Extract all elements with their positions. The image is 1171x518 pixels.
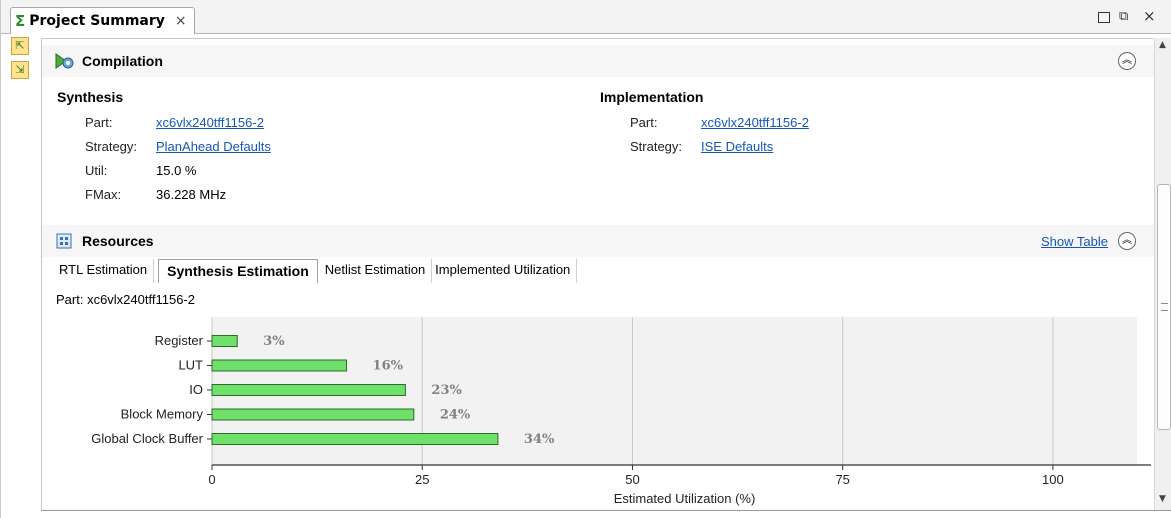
- bar: [211, 433, 499, 445]
- resources-part-line: Part: xc6vlx240tff1156-2: [56, 292, 195, 307]
- vertical-scrollbar[interactable]: ▲ ▼: [1154, 38, 1171, 510]
- resources-header: Resources Show Table ︽: [42, 225, 1154, 257]
- data-label: 34%: [524, 432, 555, 447]
- project-summary-window: Σ Project Summary × ⧉ × ⇱ ⇲ Compilation …: [0, 0, 1171, 518]
- left-toolbar: ⇱ ⇲: [11, 37, 31, 85]
- tab-synthesis-estimation[interactable]: Synthesis Estimation: [158, 259, 318, 283]
- synthesis-strategy-label: Strategy:: [85, 139, 138, 154]
- expand-all-icon[interactable]: ⇲: [11, 61, 29, 79]
- synthesis-part-label: Part:: [85, 115, 113, 130]
- scroll-grip-icon: [1161, 303, 1168, 311]
- bar: [211, 384, 406, 396]
- compilation-collapse-icon[interactable]: ︽: [1118, 52, 1136, 70]
- summary-panel: Compilation ︽ Synthesis Part: xc6vlx240t…: [41, 38, 1154, 511]
- resources-icon: [54, 232, 74, 250]
- bar: [211, 335, 238, 347]
- fmax-value: 36.228 MHz: [156, 187, 227, 202]
- maximize-icon[interactable]: [1098, 12, 1110, 23]
- x-tick-label: 25: [415, 472, 429, 487]
- x-tick-label: 75: [835, 472, 849, 487]
- category-label: Register: [155, 333, 204, 348]
- scroll-up-icon[interactable]: ▲: [1159, 40, 1166, 50]
- scroll-down-icon[interactable]: ▼: [1159, 494, 1166, 504]
- impl-strategy-label: Strategy:: [630, 139, 683, 154]
- bottom-border: [41, 510, 1171, 518]
- data-label: 16%: [373, 359, 404, 374]
- compilation-title: Compilation: [82, 53, 163, 69]
- utilization-chart-svg: 0 25 50 75 100 Estimated Utilization (%) Regis…: [91, 317, 1151, 506]
- tab-netlist-estimation[interactable]: Netlist Estimation: [322, 259, 433, 283]
- synthesis-strategy-link[interactable]: PlanAhead Defaults: [156, 139, 271, 154]
- compilation-header: Compilation ︽: [42, 45, 1154, 77]
- util-label: Util:: [85, 163, 108, 178]
- close-window-icon[interactable]: ×: [1143, 7, 1156, 25]
- resources-collapse-icon[interactable]: ︽: [1118, 232, 1136, 250]
- restore-icon[interactable]: ⧉: [1119, 9, 1128, 24]
- tab-title: Project Summary: [29, 13, 165, 29]
- data-label: 3%: [263, 334, 285, 349]
- utilization-chart: 0 25 50 75 100 Estimated Utilization (%) Regis…: [42, 317, 1154, 511]
- category-label: LUT: [178, 358, 203, 373]
- data-label: 24%: [440, 408, 471, 423]
- collapse-all-icon[interactable]: ⇱: [11, 37, 29, 55]
- category-label: Block Memory: [121, 407, 204, 422]
- resource-tabs: RTL Estimation Synthesis Estimation Netl…: [56, 259, 578, 283]
- fmax-label: FMax:: [85, 187, 122, 202]
- show-table-link[interactable]: Show Table: [1041, 234, 1108, 249]
- util-value: 15.0 %: [156, 163, 197, 178]
- tab-implemented-utilization[interactable]: Implemented Utilization: [432, 259, 578, 283]
- x-tick-label: 0: [208, 472, 215, 487]
- sigma-icon: Σ: [15, 12, 26, 30]
- x-axis-label: Estimated Utilization (%): [614, 491, 756, 506]
- tab-strip: Σ Project Summary × ⧉ ×: [1, 0, 1171, 34]
- impl-strategy-link[interactable]: ISE Defaults: [701, 139, 773, 154]
- data-label: 23%: [431, 383, 462, 398]
- scroll-thumb[interactable]: [1157, 184, 1171, 430]
- tab-close-icon[interactable]: ×: [175, 13, 187, 29]
- impl-part-label: Part:: [630, 115, 658, 130]
- compilation-body: Synthesis Part: xc6vlx240tff1156-2 Strat…: [42, 79, 1154, 219]
- category-label: Global Clock Buffer: [91, 431, 203, 446]
- synthesis-part-link[interactable]: xc6vlx240tff1156-2: [156, 115, 264, 130]
- x-tick-label: 100: [1042, 472, 1064, 487]
- compilation-icon: [54, 52, 74, 70]
- resources-title: Resources: [82, 233, 154, 249]
- x-tick-label: 50: [625, 472, 639, 487]
- category-label: IO: [189, 382, 203, 397]
- impl-part-link[interactable]: xc6vlx240tff1156-2: [701, 115, 809, 130]
- synthesis-heading: Synthesis: [57, 89, 124, 105]
- tab-project-summary[interactable]: Σ Project Summary ×: [10, 7, 195, 34]
- implementation-heading: Implementation: [600, 89, 704, 105]
- bar: [211, 408, 415, 421]
- bar: [211, 359, 348, 372]
- tab-rtl-estimation[interactable]: RTL Estimation: [56, 259, 155, 283]
